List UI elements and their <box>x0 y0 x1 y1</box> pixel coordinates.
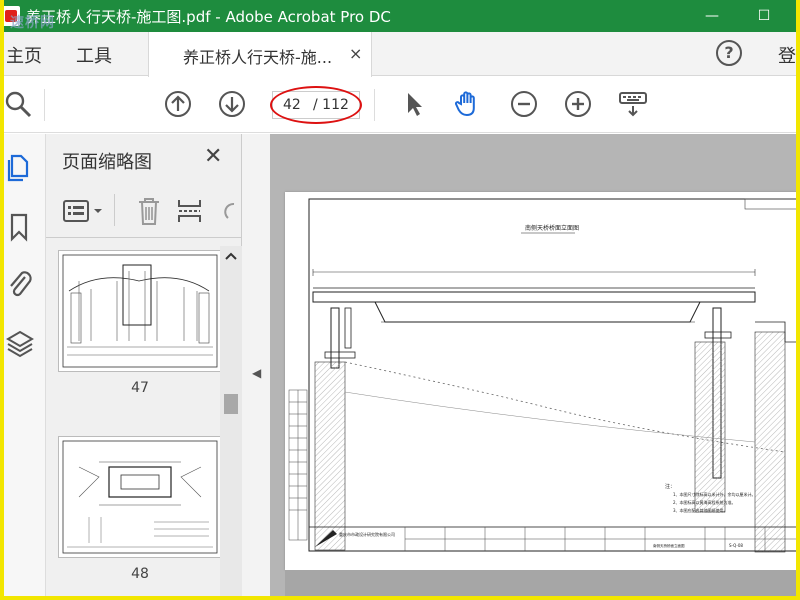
options-menu-icon[interactable] <box>62 198 106 224</box>
page-down-icon[interactable] <box>218 90 246 118</box>
login-button[interactable]: 登 <box>778 42 796 68</box>
maximize-button[interactable]: ☐ <box>744 4 784 28</box>
main-toolbar: 42 / 112 <box>4 77 796 133</box>
acrobat-window: 养正桥人行天桥-施工图.pdf - Adobe Acrobat Pro DC —… <box>4 0 796 596</box>
thumbnail-page-number: 47 <box>131 380 149 396</box>
title-bar: 养正桥人行天桥-施工图.pdf - Adobe Acrobat Pro DC —… <box>4 0 796 32</box>
next-page-edge <box>285 570 796 596</box>
scrollbar-thumb[interactable] <box>224 394 238 414</box>
watermark-logo: 速桥网 <box>10 15 55 31</box>
note-line: 1、本图尺寸除标高以米计外，余均以厘米计。 <box>673 491 756 497</box>
zoom-in-icon[interactable] <box>564 90 592 118</box>
keyboard-icon[interactable] <box>618 90 648 118</box>
note-line: 2、本图标高以黄海高程系统为准。 <box>673 499 736 505</box>
red-highlight-ellipse <box>270 86 362 124</box>
thumbnails-panel: 页面缩略图 ✕ 47 48 <box>46 134 242 596</box>
note-line: 3、本图应配合其他图纸使用。 <box>673 507 728 513</box>
search-zoom-icon[interactable] <box>4 90 32 118</box>
attachment-icon[interactable] <box>6 268 34 298</box>
hand-tool-icon[interactable] <box>454 90 482 118</box>
insert-page-icon[interactable] <box>176 196 204 226</box>
panel-separator <box>114 194 115 226</box>
pdf-page: 南侧天桥桥面立面图 注： 1、本图尺寸除标高以米计外，余均以厘米计。 2、本图标… <box>285 192 796 570</box>
panel-title: 页面缩略图 <box>62 152 152 173</box>
zoom-out-icon[interactable] <box>510 90 538 118</box>
toolbar-separator <box>44 89 45 121</box>
thumbnail-page[interactable] <box>58 436 222 558</box>
thumbnail-page[interactable] <box>58 250 222 372</box>
thumbnail-page-number: 48 <box>131 566 149 582</box>
close-panel-icon[interactable]: ✕ <box>204 144 222 169</box>
tab-document[interactable]: 养正桥人行天桥-施... × <box>148 32 372 77</box>
thumbnail-drawing <box>62 440 218 554</box>
layers-icon[interactable] <box>6 328 34 358</box>
left-tool-rail <box>4 134 46 596</box>
sheet-number: S-Q-08 <box>729 543 743 548</box>
page-thumbnails-icon[interactable] <box>6 152 34 182</box>
window-title: 养正桥人行天桥-施工图.pdf - Adobe Acrobat Pro DC <box>26 8 391 26</box>
delete-page-icon[interactable] <box>136 196 162 226</box>
document-tab-label: 养正桥人行天桥-施... <box>183 48 333 67</box>
minimize-button[interactable]: — <box>692 4 732 28</box>
thumbnail-toolbar <box>46 184 242 238</box>
thumbnail-scrollbar[interactable] <box>220 246 242 596</box>
close-tab-icon[interactable]: × <box>349 44 362 63</box>
collapse-arrow-icon: ◀ <box>252 366 262 380</box>
bookmark-icon[interactable] <box>6 212 34 242</box>
page-up-icon[interactable] <box>164 90 192 118</box>
tab-bar: 主页 工具 养正桥人行天桥-施... × ? 登 <box>4 32 796 77</box>
help-icon[interactable]: ? <box>716 40 742 66</box>
thumbnail-drawing <box>62 254 218 368</box>
toolbar-separator <box>374 89 375 121</box>
select-arrow-icon[interactable] <box>400 90 428 118</box>
engineering-drawing: 南侧天桥桥面立面图 注： 1、本图尺寸除标高以米计外，余均以厘米计。 2、本图标… <box>288 198 796 553</box>
collapse-panel-handle[interactable]: ◀ <box>242 134 270 596</box>
sheet-title: 南侧天桥桥面立面图 <box>653 543 685 548</box>
drawing-title: 南侧天桥桥面立面图 <box>525 224 579 232</box>
tab-home[interactable]: 主页 <box>6 42 42 68</box>
tab-tools[interactable]: 工具 <box>76 42 112 68</box>
document-view[interactable]: 南侧天桥桥面立面图 注： 1、本图尺寸除标高以米计外，余均以厘米计。 2、本图标… <box>270 134 796 596</box>
rotate-page-icon[interactable] <box>218 196 236 226</box>
company-name: 重庆市市政设计研究院有限公司 <box>339 531 395 537</box>
scroll-up-icon[interactable] <box>223 250 239 262</box>
notes-title: 注： <box>665 483 675 490</box>
